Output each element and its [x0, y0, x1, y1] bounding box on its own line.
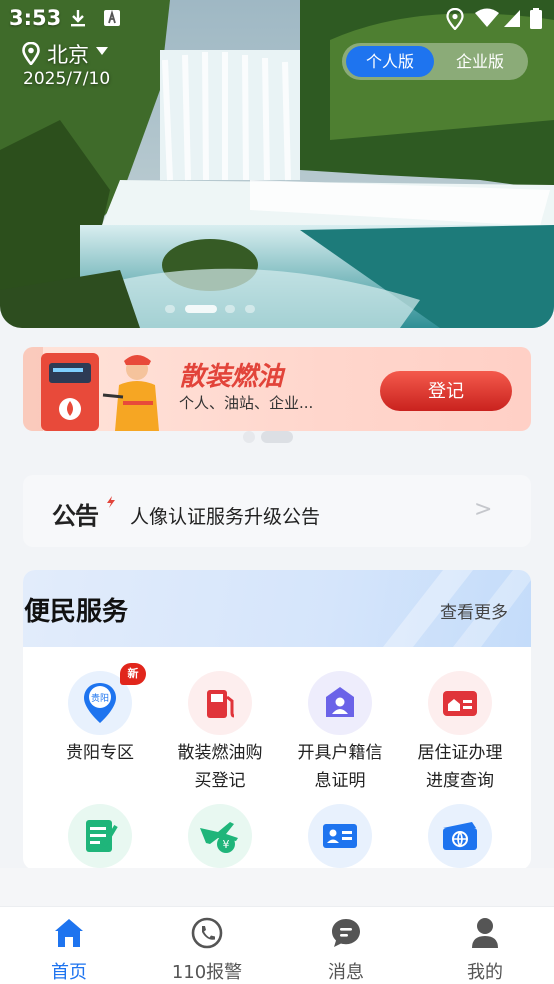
city-name: 北京: [47, 43, 89, 67]
carousel-dot[interactable]: [165, 305, 175, 313]
tab-home[interactable]: 首页: [14, 915, 124, 983]
carousel-dot[interactable]: [225, 305, 235, 313]
wifi-icon: [475, 8, 499, 27]
fuel-station-illustration-icon: [23, 347, 159, 431]
service-label: 开具户籍信 息证明: [297, 743, 383, 791]
service-label: 散装燃油购 买登记: [177, 743, 263, 791]
service-icon-bg: ¥: [188, 804, 252, 868]
passport-globe-icon: [443, 822, 477, 850]
banner-dot[interactable]: [243, 431, 255, 443]
services-header: 便民服务 查看更多: [23, 570, 531, 647]
svg-text:¥: ¥: [223, 838, 230, 851]
residence-card-icon: [443, 691, 477, 716]
carousel-dot[interactable]: [245, 305, 255, 313]
tab-label: 消息: [328, 962, 364, 983]
services-title: 便民服务: [24, 597, 129, 627]
fuel-pump-icon: [207, 690, 235, 718]
svg-text:贵阳: 贵阳: [91, 692, 109, 704]
service-icon-bg: [308, 804, 372, 868]
banner-subtitle: 个人、油站、企业...: [179, 394, 314, 412]
status-time: 3:53: [9, 6, 62, 30]
service-icon-bg: [428, 804, 492, 868]
phone-call-icon: [191, 917, 223, 949]
new-badge: 新: [120, 663, 146, 685]
announcement-bar[interactable]: 公告 人像认证服务升级公告 >: [23, 475, 531, 547]
location-icon: [446, 8, 464, 30]
battery-icon: [530, 8, 542, 29]
tab-label: 110报警: [171, 962, 243, 983]
personal-version-tab[interactable]: 个人版: [346, 46, 434, 77]
tab-110-alarm[interactable]: 110报警: [152, 915, 262, 983]
location-pin-icon: [22, 42, 40, 65]
banner-dot-active[interactable]: [261, 431, 293, 443]
cellular-icon: [504, 10, 520, 27]
register-button[interactable]: 登记: [380, 371, 512, 411]
download-icon: [71, 10, 85, 27]
caret-down-icon: [96, 47, 108, 55]
chevron-right-icon: >: [474, 497, 493, 522]
user-icon: [472, 918, 498, 948]
household-person-icon: [326, 687, 354, 717]
tab-messages[interactable]: 消息: [291, 915, 401, 983]
announcement-text: 人像认证服务升级公告: [130, 506, 321, 528]
tab-label: 我的: [467, 962, 503, 983]
tab-label: 首页: [51, 962, 87, 983]
view-more-link[interactable]: 查看更多: [440, 598, 508, 623]
banner-title: 散装燃油: [179, 362, 284, 392]
service-label: 贵阳专区: [66, 743, 134, 763]
service-icon-bg: [428, 671, 492, 735]
carousel-dot-active[interactable]: [185, 305, 217, 313]
home-icon: [55, 919, 83, 947]
fuel-promo-banner[interactable]: 散装燃油 个人、油站、企业... 登记: [23, 347, 531, 431]
current-date: 2025/7/10: [23, 69, 111, 89]
hero-banner[interactable]: 3:53 北京 2025/7/10 个人版 企业版: [0, 0, 554, 328]
id-card-icon: [323, 824, 357, 848]
service-label: 居住证办理 进度查询: [417, 743, 503, 791]
bottom-tab-bar: 首页 110报警 消息 我的: [0, 906, 554, 984]
service-icon-bg: [308, 671, 372, 735]
chat-bubble-icon: [332, 919, 360, 947]
travel-yuan-icon: ¥: [200, 822, 238, 853]
form-edit-icon: [86, 820, 118, 852]
tab-mine[interactable]: 我的: [430, 915, 540, 983]
app-store-icon: [104, 9, 120, 26]
status-bar: 3:53: [0, 0, 554, 38]
enterprise-version-tab[interactable]: 企业版: [438, 46, 522, 77]
version-toggle: 个人版 企业版: [342, 43, 528, 80]
convenience-services-card: 便民服务 查看更多 贵阳 新 贵阳专区 散装燃油购 买登记 开具户籍信 息证明 …: [23, 570, 531, 870]
service-icon-bg: [188, 671, 252, 735]
lightning-icon: [107, 496, 115, 508]
service-icon-bg: [68, 804, 132, 868]
announcement-logo: 公告: [52, 502, 99, 530]
content-bottom-fade: [0, 868, 554, 906]
